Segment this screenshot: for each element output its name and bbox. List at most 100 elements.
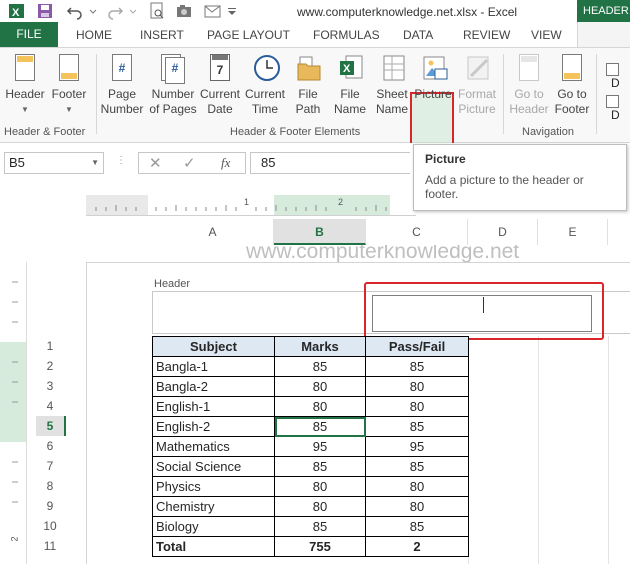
save-icon[interactable] — [36, 2, 54, 20]
tab-file[interactable]: FILE — [0, 22, 58, 47]
tab-insert[interactable]: INSERT — [140, 28, 184, 42]
email-icon[interactable] — [204, 2, 222, 20]
row-header[interactable]: 7 — [36, 456, 64, 476]
go-to-header-button[interactable]: Go to Header — [507, 54, 551, 117]
table-row: Bangla-1 85 85 — [152, 356, 469, 377]
go-to-footer-button[interactable]: Go to Footer — [551, 54, 593, 117]
tab-formulas[interactable]: FORMULAS — [313, 28, 380, 42]
tab-page-layout[interactable]: PAGE LAYOUT — [207, 28, 290, 42]
table-cell[interactable]: 2 — [365, 536, 469, 557]
table-cell[interactable]: 85 — [274, 516, 366, 537]
table-cell[interactable]: Pass/Fail — [365, 336, 469, 357]
ruler-tick-label: 2 — [9, 536, 20, 542]
table-cell[interactable]: 85 — [365, 416, 469, 437]
row-header[interactable]: 6 — [36, 436, 64, 456]
contextual-tab-header[interactable]: HEADER & — [577, 0, 630, 22]
number-of-pages-button[interactable]: # Number of Pages — [148, 54, 198, 117]
table-cell[interactable]: Physics — [152, 476, 275, 497]
header-area-label: Header — [154, 278, 191, 290]
row-header[interactable]: 9 — [36, 496, 64, 516]
table-cell[interactable]: Biology — [152, 516, 275, 537]
tab-review[interactable]: REVIEW — [463, 28, 510, 42]
row-header[interactable]: 4 — [36, 396, 64, 416]
table-cell[interactable]: 85 — [274, 356, 366, 377]
tab-design[interactable] — [577, 22, 630, 47]
table-cell[interactable]: 80 — [365, 376, 469, 397]
file-path-button[interactable]: File Path — [290, 54, 326, 117]
formula-bar-grip-icon: ⋮ — [116, 155, 126, 166]
table-cell[interactable]: 85 — [365, 456, 469, 477]
table-cell[interactable]: Social Science — [152, 456, 275, 477]
file-name-button[interactable]: X File Name — [330, 54, 370, 117]
excel-app-icon[interactable]: X — [8, 2, 26, 20]
redo-dropdown-icon[interactable] — [128, 2, 146, 20]
column-header-a[interactable]: A — [152, 219, 274, 245]
checkbox-icon[interactable] — [606, 63, 619, 77]
row-header[interactable]: 2 — [36, 356, 64, 376]
svg-text:X: X — [343, 63, 351, 75]
sheet-name-button[interactable]: Sheet Name — [372, 54, 412, 117]
picture-button[interactable]: Picture — [412, 54, 454, 102]
print-preview-icon[interactable] — [148, 2, 166, 20]
insert-function-icon[interactable]: fx — [221, 155, 230, 171]
column-header-c[interactable]: C — [366, 219, 468, 245]
ruler-tick-label: 1 — [244, 197, 250, 207]
row-header[interactable]: 1 — [36, 336, 64, 356]
row-header[interactable]: 10 — [36, 516, 64, 536]
tab-view[interactable]: VIEW — [531, 28, 562, 42]
table-row: English-2 85 85 — [152, 416, 469, 437]
row-header[interactable]: 3 — [36, 376, 64, 396]
selected-cell[interactable]: 85 — [274, 416, 366, 437]
name-box[interactable]: B5 ▼ — [4, 152, 104, 174]
table-cell[interactable]: Marks — [274, 336, 366, 357]
tab-data[interactable]: DATA — [403, 28, 433, 42]
row-header[interactable]: 8 — [36, 476, 64, 496]
column-header-b[interactable]: B — [274, 219, 366, 245]
table-cell[interactable]: 80 — [274, 396, 366, 417]
table-cell[interactable]: Bangla-1 — [152, 356, 275, 377]
table-cell[interactable]: 85 — [365, 516, 469, 537]
column-header-d[interactable]: D — [468, 219, 538, 245]
go-to-footer-icon — [560, 54, 584, 84]
column-header-e[interactable]: E — [538, 219, 608, 245]
cancel-icon[interactable]: ✕ — [149, 154, 162, 172]
customize-toolbar-icon[interactable] — [226, 2, 244, 20]
footer-button[interactable]: Footer ▼ — [49, 54, 89, 117]
table-cell[interactable]: English-1 — [152, 396, 275, 417]
checkbox-icon[interactable] — [606, 95, 619, 109]
current-date-button[interactable]: 7 Current Date — [198, 54, 242, 117]
header-button[interactable]: Header ▼ — [4, 54, 46, 117]
page-number-button[interactable]: # Page Number — [100, 54, 144, 117]
redo-icon[interactable] — [106, 2, 124, 20]
table-cell[interactable]: 95 — [274, 436, 366, 457]
table-cell[interactable]: 95 — [365, 436, 469, 457]
table-cell[interactable]: 85 — [274, 456, 366, 477]
table-cell[interactable]: 80 — [274, 376, 366, 397]
table-cell[interactable]: 80 — [365, 396, 469, 417]
table-cell[interactable]: 80 — [274, 476, 366, 497]
table-cell[interactable]: Mathematics — [152, 436, 275, 457]
formula-input[interactable]: 85 — [250, 152, 410, 174]
format-picture-button[interactable]: Format Picture — [455, 54, 499, 117]
table-cell[interactable]: English-2 — [152, 416, 275, 437]
undo-icon[interactable] — [66, 2, 84, 20]
row-header[interactable]: 5 — [36, 416, 66, 436]
camera-icon[interactable] — [176, 2, 194, 20]
table-cell[interactable]: 80 — [365, 496, 469, 517]
table-cell[interactable]: 85 — [365, 356, 469, 377]
option-checkbox-2[interactable]: D — [606, 94, 630, 122]
table-cell[interactable]: Bangla-2 — [152, 376, 275, 397]
enter-icon[interactable]: ✓ — [183, 154, 196, 172]
table-cell[interactable]: Chemistry — [152, 496, 275, 517]
row-header[interactable]: 11 — [36, 536, 64, 556]
current-time-button[interactable]: Current Time — [242, 54, 288, 117]
table-cell[interactable]: 755 — [274, 536, 366, 557]
undo-dropdown-icon[interactable] — [88, 2, 106, 20]
table-cell[interactable]: 80 — [274, 496, 366, 517]
table-cell[interactable]: Total — [152, 536, 275, 557]
name-box-dropdown-icon[interactable]: ▼ — [91, 153, 99, 173]
table-cell[interactable]: 80 — [365, 476, 469, 497]
table-cell[interactable]: Subject — [152, 336, 275, 357]
tab-home[interactable]: HOME — [76, 28, 112, 42]
option-checkbox-1[interactable]: D — [606, 62, 630, 90]
